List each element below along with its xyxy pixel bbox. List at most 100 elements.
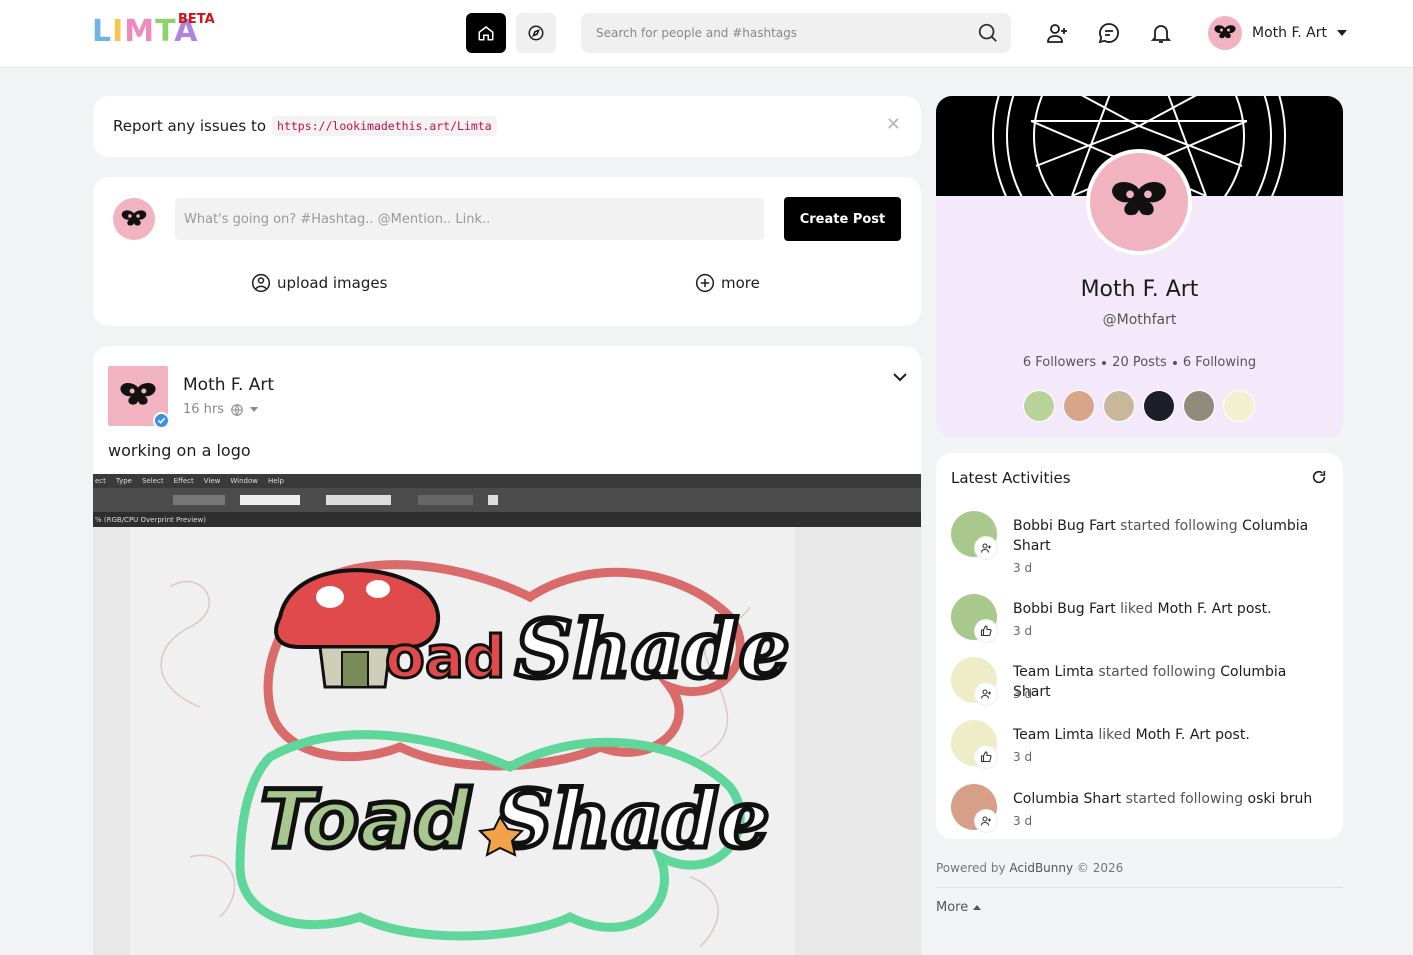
- follower-avatar[interactable]: [1183, 390, 1215, 422]
- top-header: LIMTA BETA Moth F. Art: [0, 0, 1413, 68]
- toad-shade-artwork: oad Shade Toad Shade: [160, 560, 792, 948]
- activity-action: liked: [1098, 727, 1132, 743]
- activity-action: started following: [1098, 664, 1216, 680]
- limta-logo[interactable]: LIMTA BETA: [92, 12, 217, 54]
- user-plus-icon: [980, 689, 991, 699]
- post-meta: 16 hrs: [183, 402, 259, 417]
- post-body: working on a logo: [108, 441, 251, 460]
- search-input[interactable]: [581, 13, 951, 53]
- moth-icon: [120, 382, 156, 405]
- user-plus-icon: [980, 543, 991, 553]
- follower-avatar[interactable]: [1223, 390, 1255, 422]
- search-bar: [581, 13, 1011, 53]
- bell-icon: [1150, 25, 1172, 43]
- avatar: [113, 198, 155, 240]
- follow-badge: [975, 810, 997, 832]
- powered-brand-link[interactable]: AcidBunny: [1009, 861, 1073, 875]
- explore-button[interactable]: [516, 13, 556, 53]
- separator-dot: [1172, 360, 1177, 365]
- profile-avatar[interactable]: [1086, 149, 1192, 255]
- follower-avatars: [1023, 390, 1255, 422]
- post-time[interactable]: 16 hrs: [183, 402, 224, 417]
- image-tab-label: % (RGB/CPU Overprint Preview): [95, 515, 207, 524]
- footer-more-button[interactable]: More: [936, 900, 982, 915]
- avatar: [1208, 16, 1242, 50]
- plus-circle-icon: [695, 273, 715, 293]
- activity-time: 3 d: [1013, 814, 1033, 828]
- powered-by: Powered by AcidBunny © 2026: [936, 861, 1123, 875]
- activity-target[interactable]: Moth F. Art post.: [1158, 601, 1272, 617]
- post-composer: Create Post upload images more: [93, 177, 921, 326]
- activity-action: liked: [1120, 601, 1154, 617]
- moth-icon: [1214, 25, 1236, 39]
- home-button[interactable]: [466, 13, 506, 53]
- globe-icon[interactable]: [230, 403, 244, 417]
- follower-avatar[interactable]: [1103, 390, 1135, 422]
- followers-count[interactable]: 6 Followers: [1023, 355, 1096, 370]
- moth-icon: [121, 209, 147, 226]
- beta-label: BETA: [178, 12, 215, 27]
- powered-suffix: © 2026: [1076, 861, 1124, 875]
- activity-actor[interactable]: Bobbi Bug Fart: [1013, 601, 1116, 617]
- home-icon: [478, 26, 494, 41]
- chevron-up-icon: [973, 905, 982, 910]
- chevron-down-icon[interactable]: [250, 407, 259, 412]
- profile-stats: 6 Followers 20 Posts 6 Following: [936, 355, 1343, 370]
- like-badge: [975, 620, 997, 642]
- upload-images-button[interactable]: upload images: [251, 273, 387, 293]
- user-menu[interactable]: Moth F. Art: [1208, 15, 1347, 51]
- separator-dot: [1102, 360, 1107, 365]
- chevron-down-icon: [1336, 30, 1347, 36]
- post-input[interactable]: [175, 198, 764, 240]
- add-friend-button[interactable]: [1044, 20, 1070, 46]
- activity-time: 3 d: [1013, 561, 1033, 575]
- activities-title: Latest Activities: [951, 469, 1071, 487]
- svg-text:oad: oad: [385, 623, 506, 691]
- close-icon[interactable]: ✕: [886, 114, 901, 135]
- following-count[interactable]: 6 Following: [1183, 355, 1256, 370]
- image-menu-item: Select: [141, 477, 164, 485]
- activity-actor[interactable]: Columbia Shart: [1013, 791, 1121, 807]
- activity-action: started following: [1120, 518, 1238, 534]
- image-doc-tab: % (RGB/CPU Overprint Preview): [93, 512, 921, 527]
- activity-text: Bobbi Bug Fart liked Moth F. Art post.: [1013, 599, 1328, 619]
- create-post-button[interactable]: Create Post: [784, 197, 901, 241]
- image-menu-bar: ect Type Select Effect View Window Help: [93, 474, 921, 488]
- image-menu-item: Effect: [173, 477, 194, 485]
- powered-prefix: Powered by: [936, 861, 1006, 875]
- profile-name[interactable]: Moth F. Art: [936, 277, 1343, 302]
- follow-badge: [975, 537, 997, 559]
- refresh-icon[interactable]: [1311, 469, 1327, 485]
- notice-link[interactable]: https://lookimadethis.art/Limta: [272, 116, 497, 136]
- more-button[interactable]: more: [695, 273, 760, 293]
- activity-actor[interactable]: Team Limta: [1013, 664, 1094, 680]
- post-image[interactable]: ect Type Select Effect View Window Help …: [93, 474, 921, 955]
- activity-actor[interactable]: Bobbi Bug Fart: [1013, 518, 1116, 534]
- profile-card: Moth F. Art @Mothfart 6 Followers 20 Pos…: [936, 96, 1343, 438]
- activity-target[interactable]: Moth F. Art post.: [1136, 727, 1250, 743]
- activity-target[interactable]: oski bruh: [1248, 791, 1313, 807]
- image-menu-item: Type: [115, 477, 132, 485]
- posts-count[interactable]: 20 Posts: [1112, 355, 1167, 370]
- compass-icon: [528, 25, 544, 41]
- thumbs-up-icon: [980, 625, 992, 637]
- messages-button[interactable]: [1096, 20, 1122, 46]
- svg-text:Toad: Toad: [260, 773, 471, 866]
- chat-icon: [1098, 23, 1119, 44]
- activity-time: 3 d: [1013, 687, 1033, 701]
- image-menu-item: Window: [230, 477, 258, 485]
- post-options-icon[interactable]: [892, 372, 908, 382]
- activity-actor[interactable]: Team Limta: [1013, 727, 1094, 743]
- follower-avatar[interactable]: [1023, 390, 1055, 422]
- like-badge: [975, 746, 997, 768]
- follower-avatar[interactable]: [1063, 390, 1095, 422]
- notifications-button[interactable]: [1148, 20, 1174, 46]
- user-plus-icon: [1047, 24, 1067, 43]
- feed-post: Moth F. Art 16 hrs working on a logo ect…: [93, 346, 921, 955]
- search-icon[interactable]: [977, 22, 999, 44]
- post-author[interactable]: Moth F. Art: [183, 375, 274, 395]
- activity-time: 3 d: [1013, 624, 1033, 638]
- image-upload-icon: [251, 273, 271, 293]
- thumbs-up-icon: [980, 751, 992, 763]
- follower-avatar[interactable]: [1143, 390, 1175, 422]
